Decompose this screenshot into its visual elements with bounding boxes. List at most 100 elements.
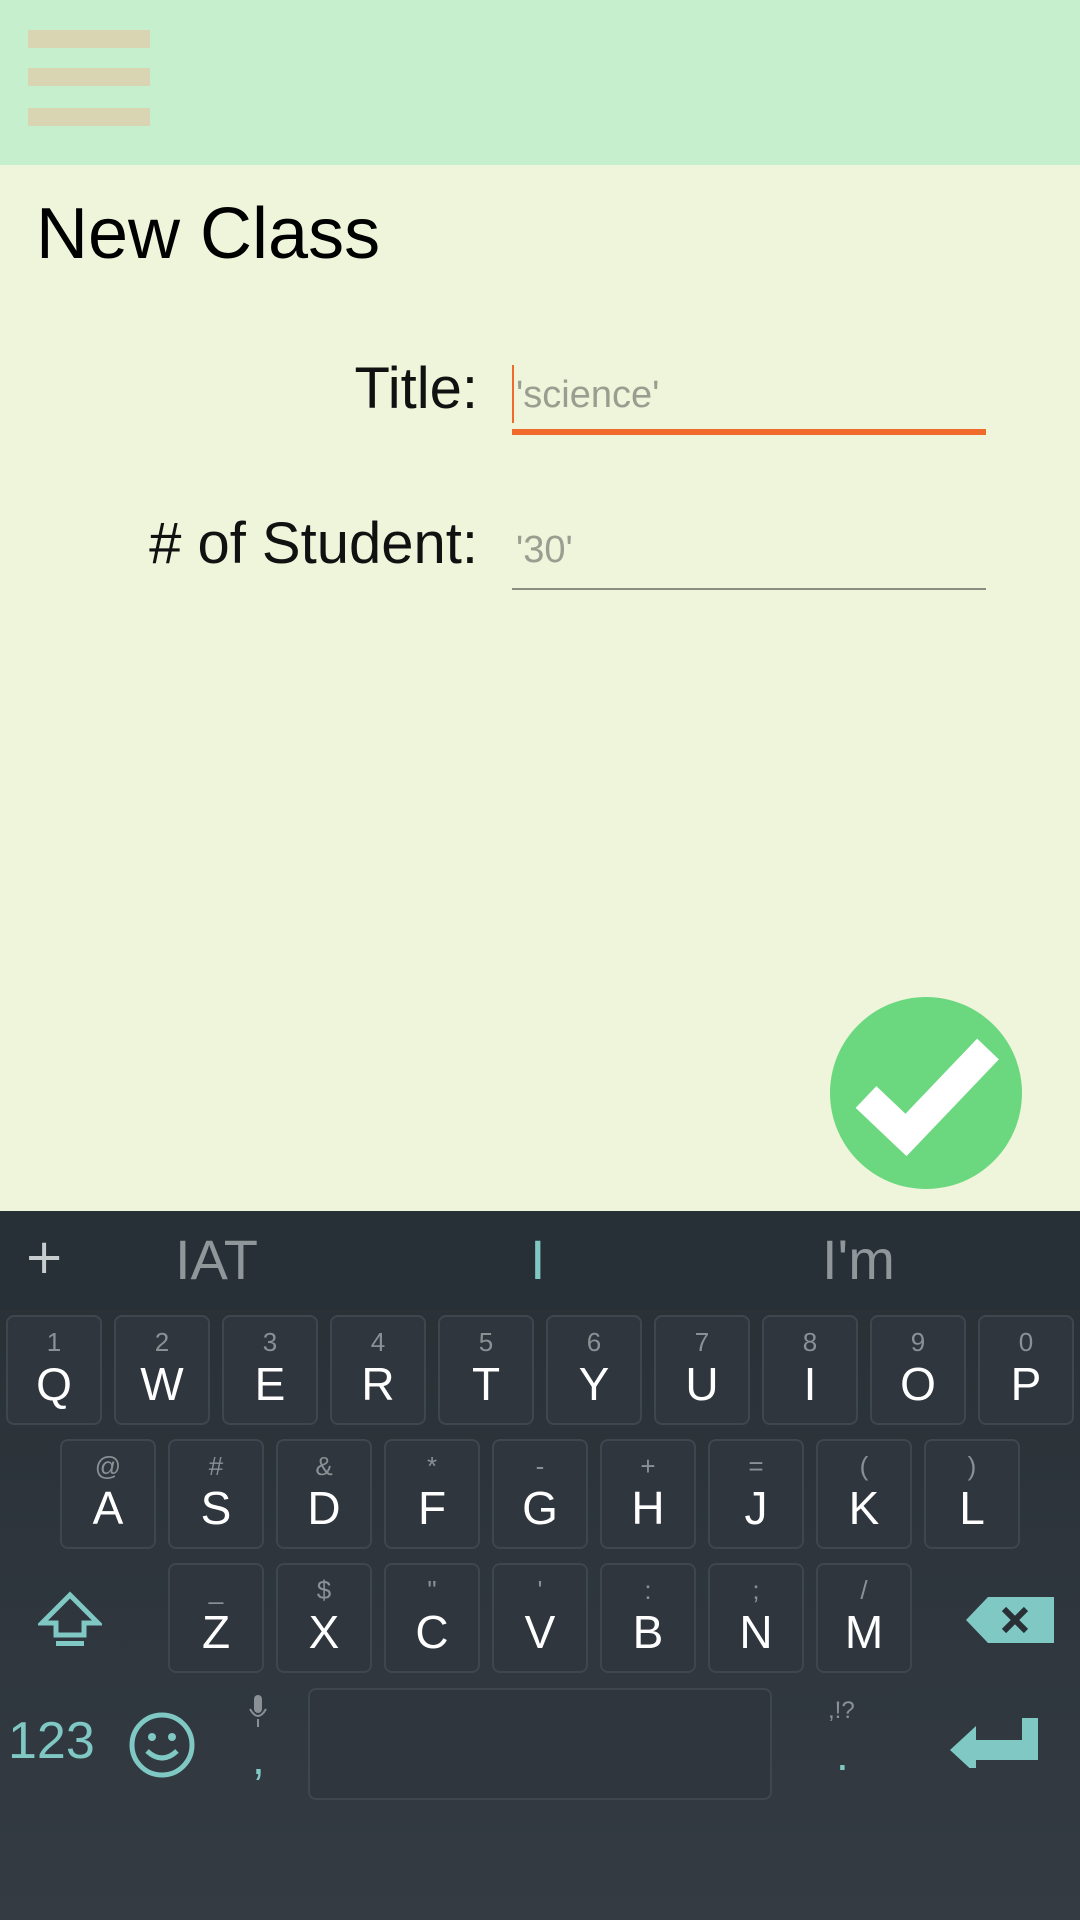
key-label: Z (201, 1606, 231, 1658)
key-label: S (200, 1482, 232, 1534)
key-label: X (308, 1606, 340, 1658)
microphone-icon (249, 1695, 267, 1727)
key-q[interactable]: 1Q (6, 1315, 102, 1425)
key-label: D (307, 1482, 341, 1534)
key-b[interactable]: :B (600, 1563, 696, 1673)
key-hint: 3 (262, 1327, 278, 1357)
key-label: T (471, 1358, 501, 1410)
key-label: Y (578, 1358, 610, 1410)
key-v[interactable]: ' V (492, 1563, 588, 1673)
backspace-icon[interactable] (966, 1597, 1054, 1643)
students-label: # of Student: (149, 511, 478, 576)
key-t[interactable]: 5T (438, 1315, 534, 1425)
key-hint: 5 (478, 1327, 494, 1357)
key-o[interactable]: 9O (870, 1315, 966, 1425)
key-hint: 4 (370, 1327, 386, 1357)
key-h[interactable]: + H (600, 1439, 696, 1549)
shift-icon[interactable] (38, 1591, 102, 1651)
key-n[interactable]: ; N (708, 1563, 804, 1673)
key-hint: ; (752, 1575, 760, 1605)
key-label: N (739, 1606, 773, 1658)
numbers-key[interactable]: 123 (8, 1711, 95, 1771)
key-label: M (844, 1606, 884, 1658)
key-l[interactable]: ) L (924, 1439, 1020, 1549)
key-label: R (361, 1358, 395, 1410)
key-hint: @ (94, 1451, 122, 1481)
key-label: U (685, 1358, 719, 1410)
menu-icon[interactable] (28, 30, 150, 126)
soft-keyboard: + IAT I I'm 1 Q 2 W 3 E 4 R 5 T 6 Y 7 U 8 I 9 O 0 P @ A # S & D * F… (0, 1211, 1080, 1920)
title-label: Title: (354, 356, 478, 421)
key-i[interactable]: 8I (762, 1315, 858, 1425)
key-hint: + (640, 1451, 656, 1481)
key-label: H (631, 1482, 665, 1534)
key-hint: ( (859, 1451, 869, 1481)
confirm-button[interactable] (830, 997, 1022, 1189)
key-a[interactable]: @ A (60, 1439, 156, 1549)
key-hint: ) (967, 1451, 977, 1481)
key-p[interactable]: 0P (978, 1315, 1074, 1425)
key-hint: 9 (910, 1327, 926, 1357)
add-word-icon[interactable]: + (24, 1229, 64, 1285)
key-w[interactable]: 2W (114, 1315, 210, 1425)
title-input[interactable]: 'science' (512, 355, 986, 435)
key-hint: : (644, 1575, 652, 1605)
key-d[interactable]: & D (276, 1439, 372, 1549)
key-j[interactable]: = J (708, 1439, 804, 1549)
suggestion-bar: + IAT I I'm (0, 1211, 1080, 1309)
key-g[interactable]: -G (492, 1439, 588, 1549)
space-key[interactable] (308, 1688, 772, 1800)
key-label: A (92, 1482, 124, 1534)
key-label: I (803, 1358, 817, 1410)
key-label: W (140, 1358, 184, 1410)
students-placeholder: '30' (516, 529, 573, 571)
title-placeholder: 'science' (516, 374, 660, 416)
key-hint: / (860, 1575, 868, 1605)
key-label: P (1010, 1358, 1042, 1410)
text-caret (512, 365, 514, 423)
key-label: B (632, 1606, 664, 1658)
key-f[interactable]: * F (384, 1439, 480, 1549)
period-key[interactable]: . (836, 1727, 849, 1781)
key-hint: 7 (694, 1327, 710, 1357)
key-label: V (524, 1606, 556, 1658)
period-hint: ,!? (828, 1697, 855, 1724)
key-label: C (415, 1606, 449, 1658)
key-label: G (522, 1482, 558, 1534)
key-hint: _ (208, 1575, 224, 1605)
key-hint: # (208, 1451, 224, 1481)
key-label: Q (36, 1358, 72, 1410)
key-hint: ' (537, 1575, 543, 1605)
key-y[interactable]: 6Y (546, 1315, 642, 1425)
emoji-icon[interactable] (128, 1711, 196, 1779)
key-s[interactable]: # S (168, 1439, 264, 1549)
key-k[interactable]: (K (816, 1439, 912, 1549)
key-hint: 0 (1018, 1327, 1034, 1357)
comma-key[interactable]: , (252, 1731, 265, 1785)
key-m[interactable]: / M (816, 1563, 912, 1673)
key-label: L (959, 1482, 985, 1534)
key-u[interactable]: 7U (654, 1315, 750, 1425)
key-label: F (417, 1482, 447, 1534)
students-input[interactable]: '30' (512, 510, 986, 590)
enter-icon[interactable] (950, 1716, 1040, 1768)
checkmark-icon (855, 1038, 999, 1157)
suggestion-2[interactable]: I (530, 1227, 546, 1292)
key-hint: 1 (46, 1327, 62, 1357)
suggestion-1[interactable]: IAT (175, 1227, 258, 1292)
key-hint: 6 (586, 1327, 602, 1357)
key-c[interactable]: " C (384, 1563, 480, 1673)
key-hint: - (535, 1451, 545, 1481)
key-hint: $ (316, 1575, 332, 1605)
suggestion-3[interactable]: I'm (822, 1227, 895, 1292)
key-hint: = (748, 1451, 764, 1481)
form-area: New Class Title: 'science' # of Student:… (0, 165, 1080, 1211)
key-e[interactable]: 3E (222, 1315, 318, 1425)
key-hint: & (315, 1451, 333, 1481)
app-bar (0, 0, 1080, 165)
key-r[interactable]: 4R (330, 1315, 426, 1425)
key-z[interactable]: _ Z (168, 1563, 264, 1673)
key-hint: " (427, 1575, 437, 1605)
key-x[interactable]: $ X (276, 1563, 372, 1673)
key-hint: * (426, 1451, 438, 1481)
